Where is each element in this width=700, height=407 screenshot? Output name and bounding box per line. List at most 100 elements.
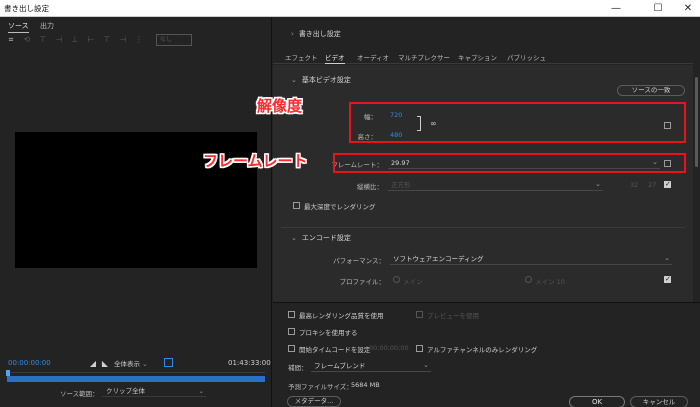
source-range-select[interactable]: クリップ全体 ⌄ [102, 386, 206, 397]
tab-multiplexer[interactable]: マルチプレクサー [398, 52, 450, 62]
use-proxy-checkbox[interactable] [288, 328, 295, 335]
tab-output[interactable]: 出力 [40, 21, 54, 31]
title-bar: 書き出し設定 — ☐ ✕ [0, 0, 700, 17]
metadata-button[interactable]: メタデータ... [287, 396, 341, 407]
performance-value: ソフトウェアエンコーディング [393, 255, 484, 263]
zoom-select[interactable]: 全体表示 ⌄ [114, 358, 158, 369]
export-settings-window: 書き出し設定 — ☐ ✕ ソース 出力 ⌗ ⟲ ⊤ ⊣ ⊥ ⊢ ⊤ ⊣ ⋮ なし… [0, 0, 700, 407]
align-top-icon[interactable]: ⊤ [38, 35, 48, 45]
basic-video-header[interactable]: ⌄ 基本ビデオ設定 [291, 75, 351, 85]
current-timecode[interactable]: 00:00:00:00 [8, 359, 51, 367]
max-depth-checkbox[interactable] [293, 202, 300, 209]
zoom-select-value: 全体表示 [114, 360, 140, 368]
performance-label: パフォーマンス： [333, 257, 385, 265]
start-timecode-checkbox[interactable] [288, 345, 295, 352]
playhead[interactable] [6, 370, 10, 376]
tab-effects[interactable]: エフェクト [285, 52, 318, 62]
maximize-button[interactable]: ☐ [646, 0, 670, 17]
source-preview-panel: ソース 出力 ⌗ ⟲ ⊤ ⊣ ⊥ ⊢ ⊤ ⊣ ⋮ なし 00:00:00:00 … [0, 17, 272, 407]
crop-icon[interactable]: ⌗ [6, 35, 16, 45]
video-settings-body: ⌄ 基本ビデオ設定 ソースの一致 幅： 720 高さ： 480 ∞ フレームレート… [273, 65, 693, 302]
export-settings-panel: › 書き出し設定 エフェクト ビデオ オーディオ マルチプレクサー キャプション … [273, 17, 700, 407]
distribute-icon[interactable]: ⋮ [134, 35, 144, 45]
source-range-value: クリップ全体 [106, 387, 145, 395]
alpha-only-checkbox[interactable] [416, 345, 423, 352]
section-divider [281, 227, 685, 228]
cancel-button[interactable]: キャンセル [630, 396, 688, 407]
mark-in-icon[interactable]: ◢ [88, 359, 98, 369]
aspect-value: 正方形 [391, 181, 411, 189]
scrollbar-thumb[interactable] [695, 77, 698, 167]
duration-timecode: 01:43:33:00 [228, 359, 271, 367]
start-timecode-value: 00;00;00;00 [369, 344, 409, 352]
interpolation-label: 補間： [288, 364, 308, 372]
rotate-icon[interactable]: ⟲ [22, 35, 32, 45]
max-render-quality-label: 最高レンダリング品質を使用 [299, 312, 384, 320]
align-left-icon[interactable]: ⊢ [86, 35, 96, 45]
file-size-label: 予測ファイルサイズ： [288, 383, 353, 391]
chevron-down-icon: ⌄ [291, 76, 297, 84]
settings-tabs: エフェクト ビデオ オーディオ マルチプレクサー キャプション パブリッシュ [273, 50, 693, 64]
chevron-down-icon: ⌄ [291, 234, 297, 242]
frame-rate-annotation: フレームレート [203, 152, 308, 170]
timeline-track [7, 372, 265, 373]
crop-ratio-select[interactable]: なし [156, 34, 192, 46]
basic-video-header-label: 基本ビデオ設定 [301, 76, 351, 84]
render-options: 最高レンダリング品質を使用 プレビューを使用 プロキシを使用する 開始タイムコー… [273, 302, 700, 407]
mark-out-icon[interactable]: ◣ [100, 359, 110, 369]
file-size-value: 5684 MB [351, 381, 380, 389]
aspect-select[interactable]: 正方形 ⌄ [388, 180, 603, 191]
use-preview-label: プレビューを使用 [427, 312, 479, 320]
profile-label: プロファイル： [339, 278, 386, 286]
encode-settings-header-label: エンコード設定 [301, 234, 351, 242]
chevron-down-icon: ⌄ [423, 361, 429, 369]
start-timecode-label: 開始タイムコードを設定 [299, 346, 371, 354]
close-button[interactable]: ✕ [676, 0, 700, 17]
tab-audio[interactable]: オーディオ [357, 52, 389, 62]
align-middle-icon[interactable]: ⊣ [54, 35, 64, 45]
export-settings-header[interactable]: › 書き出し設定 [291, 29, 341, 39]
match-profile-checkbox[interactable] [664, 275, 671, 283]
crop-toolbar: ⌗ ⟲ ⊤ ⊣ ⊥ ⊢ ⊤ ⊣ ⋮ なし [6, 34, 266, 48]
source-range-label: ソース範囲： [60, 390, 99, 398]
tab-source[interactable]: ソース [8, 21, 29, 33]
minimize-button[interactable]: — [604, 0, 628, 17]
source-range-bar[interactable] [7, 376, 265, 382]
max-depth-label: 最大深度でレンダリング [304, 203, 376, 211]
chevron-down-icon: ⌄ [198, 387, 204, 395]
use-preview-checkbox[interactable] [416, 311, 423, 318]
performance-select[interactable]: ソフトウェアエンコーディング ⌄ [390, 254, 672, 265]
chevron-down-icon: ⌄ [595, 180, 601, 188]
aspect-width-value: 32 [630, 181, 639, 189]
alpha-only-label: アルファチャンネルのみレンダリング [427, 346, 538, 354]
safe-margins-icon[interactable] [164, 358, 173, 367]
resolution-highlight [349, 102, 686, 143]
export-settings-header-label: 書き出し設定 [298, 30, 341, 38]
frame-rate-highlight [333, 153, 686, 173]
max-render-quality-checkbox[interactable] [288, 311, 295, 318]
match-aspect-checkbox[interactable] [664, 180, 671, 188]
aspect-height-value: 27 [648, 181, 657, 189]
ok-button[interactable]: OK [569, 396, 625, 407]
profile-main10-label: メイン 10 [535, 278, 565, 286]
tab-captions[interactable]: キャプション [458, 52, 497, 62]
timecode-bar: 00:00:00:00 ◢ ◣ 全体表示 ⌄ 01:43:33:00 [0, 357, 272, 371]
window-title: 書き出し設定 [4, 4, 49, 13]
align-center-icon[interactable]: ⊤ [102, 35, 112, 45]
interpolation-select[interactable]: フレームブレンド ⌄ [311, 361, 431, 372]
interpolation-value: フレームブレンド [314, 362, 366, 370]
profile-main-label: メイン [403, 278, 423, 286]
encode-settings-header[interactable]: ⌄ エンコード設定 [291, 233, 351, 243]
profile-main10-radio[interactable] [525, 276, 532, 283]
profile-main-radio[interactable] [393, 276, 400, 283]
tab-publish[interactable]: パブリッシュ [507, 52, 546, 62]
use-proxy-label: プロキシを使用する [299, 329, 358, 337]
tab-video[interactable]: ビデオ [325, 52, 345, 64]
chevron-right-icon: › [291, 30, 294, 38]
chevron-down-icon: ⌄ [664, 254, 670, 262]
align-right-icon[interactable]: ⊣ [118, 35, 128, 45]
match-source-button[interactable]: ソースの一致 [617, 85, 685, 96]
chevron-down-icon: ⌄ [142, 360, 148, 368]
aspect-label: 縦横比： [357, 183, 383, 191]
align-bottom-icon[interactable]: ⊥ [70, 35, 80, 45]
